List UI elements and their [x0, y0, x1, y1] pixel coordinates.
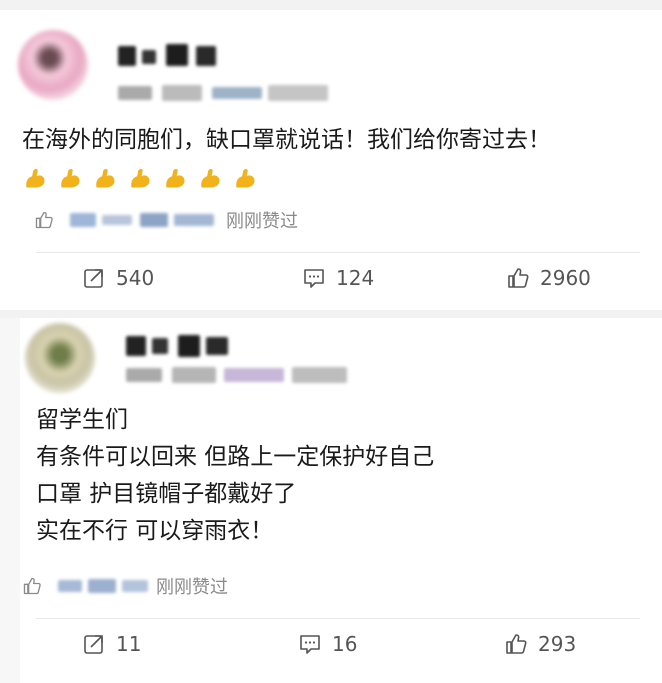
repost-button[interactable]: 11: [82, 632, 141, 656]
liker-names[interactable]: [70, 210, 220, 230]
post-card[interactable]: 在海外的同胞们，缺口罩就说话！我们给你寄过去！ 刚刚赞过 540 124 296…: [0, 10, 662, 310]
username[interactable]: [126, 330, 236, 362]
comment-count: 16: [332, 632, 358, 656]
repost-button[interactable]: 540: [82, 266, 154, 290]
like-button[interactable]: 293: [504, 632, 576, 656]
post-content: 留学生们 有条件可以回来 但路上一定保护好自己 口罩 护目镜帽子都戴好了 实在不…: [36, 402, 434, 550]
divider: [36, 618, 640, 619]
divider: [36, 252, 640, 253]
card-edge: [0, 318, 20, 683]
share-icon: [84, 635, 103, 654]
post-content: 在海外的同胞们，缺口罩就说话！我们给你寄过去！: [22, 123, 551, 158]
liked-status: 刚刚赞过: [226, 211, 298, 232]
like-button[interactable]: 2960: [506, 266, 591, 290]
repost-count: 540: [116, 266, 155, 290]
flexed-biceps-icon: [96, 168, 115, 188]
comment-count: 124: [336, 266, 375, 290]
username[interactable]: [118, 40, 228, 72]
flexed-biceps-icon: [61, 168, 80, 188]
post-meta: [126, 364, 351, 386]
post-meta: [118, 82, 333, 104]
emoji-row: [22, 165, 259, 192]
content-line: 在海外的同胞们，缺口罩就说话！我们给你寄过去！: [22, 127, 551, 153]
content-line: 有条件可以回来 但路上一定保护好自己: [36, 444, 435, 470]
thumbs-up-icon: [508, 268, 529, 288]
like-count: 2960: [540, 266, 591, 290]
comment-button[interactable]: 124: [302, 266, 374, 290]
content-line: 口罩 护目镜帽子都戴好了: [36, 481, 297, 507]
liked-status: 刚刚赞过: [156, 577, 228, 598]
like-count: 293: [538, 632, 577, 656]
comment-icon: [304, 269, 324, 288]
flexed-biceps-icon: [26, 168, 45, 188]
repost-count: 11: [116, 632, 142, 656]
avatar[interactable]: [18, 30, 88, 100]
comment-icon: [300, 635, 320, 654]
comment-button[interactable]: 16: [298, 632, 357, 656]
post-card[interactable]: 留学生们 有条件可以回来 但路上一定保护好自己 口罩 护目镜帽子都戴好了 实在不…: [0, 318, 662, 683]
flexed-biceps-icon: [201, 168, 220, 188]
likes-line[interactable]: 刚刚赞过: [34, 207, 298, 233]
thumbs-up-icon: [506, 634, 527, 654]
liker-names[interactable]: [58, 576, 150, 596]
share-icon: [84, 269, 103, 288]
thumbs-up-icon: [35, 211, 53, 229]
likes-line[interactable]: 刚刚赞过: [22, 573, 228, 599]
flexed-biceps-icon: [166, 168, 185, 188]
content-line: 留学生们: [36, 407, 128, 433]
content-line: 实在不行 可以穿雨衣！: [36, 518, 274, 544]
thumbs-up-icon: [23, 577, 41, 595]
flexed-biceps-icon: [131, 168, 150, 188]
flexed-biceps-icon: [236, 168, 255, 188]
avatar[interactable]: [25, 323, 95, 393]
